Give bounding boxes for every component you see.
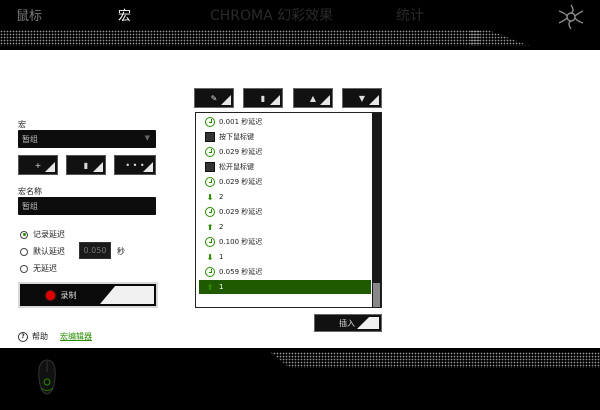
- pencil-icon: ✎: [210, 93, 218, 103]
- clock-icon: [205, 177, 215, 187]
- list-item[interactable]: 0.029 秒延迟: [199, 205, 371, 219]
- help-label: 帮助: [32, 332, 48, 341]
- radio-button[interactable]: [20, 230, 28, 239]
- clock-icon: [205, 267, 215, 277]
- macro-name-input[interactable]: 暂组: [18, 197, 156, 215]
- arrow-down-icon: ⬇: [206, 192, 214, 202]
- list-scrollbar[interactable]: [372, 113, 381, 307]
- list-item[interactable]: 0.059 秒延迟: [199, 265, 371, 279]
- list-item-selected[interactable]: ⬆ 1: [199, 280, 371, 294]
- radio-label: 无延迟: [33, 264, 57, 273]
- record-icon: [45, 290, 55, 300]
- radio-default-delay[interactable]: 默认延迟: [20, 246, 65, 257]
- arrow-down-icon: ⬇: [206, 252, 214, 262]
- radio-record-delay[interactable]: 记录延迟: [20, 229, 65, 240]
- radio-button[interactable]: [20, 264, 28, 273]
- macro-select[interactable]: 暂组 ▼: [18, 130, 156, 148]
- list-item-text: 1: [219, 283, 224, 291]
- move-up-button[interactable]: ▲: [293, 88, 333, 108]
- macro-name-label: 宏名称: [18, 187, 42, 196]
- insert-button[interactable]: 插入: [314, 314, 382, 332]
- clock-icon: [205, 117, 215, 127]
- list-item[interactable]: 松开鼠标键: [199, 160, 371, 174]
- trash-icon: ▮: [260, 93, 266, 103]
- more-icon: • • •: [125, 160, 145, 170]
- record-button-content: 录制: [20, 284, 102, 306]
- device-bar: [0, 348, 600, 410]
- list-item-text: 0.001 秒延迟: [219, 118, 263, 126]
- list-item-text: 松开鼠标键: [219, 163, 254, 171]
- list-item[interactable]: 0.100 秒延迟: [199, 235, 371, 249]
- arrow-up-icon: ⬆: [206, 282, 214, 292]
- list-item-text: 0.059 秒延迟: [219, 268, 263, 276]
- macro-select-value: 暂组: [22, 135, 38, 144]
- radio-label: 默认延迟: [33, 247, 65, 256]
- macro-name-value: 暂组: [22, 202, 38, 211]
- chevron-down-icon: ▼: [144, 134, 150, 142]
- list-item-text: 0.100 秒延迟: [219, 238, 263, 246]
- list-item[interactable]: 0.029 秒延迟: [199, 145, 371, 159]
- mouse-icon: [205, 132, 215, 142]
- list-item-text: 0.029 秒延迟: [219, 208, 263, 216]
- plus-icon: +: [34, 160, 42, 170]
- list-item-text: 0.029 秒延迟: [219, 178, 263, 186]
- list-item[interactable]: 0.029 秒延迟: [199, 175, 371, 189]
- radio-label: 记录延迟: [33, 230, 65, 239]
- list-item[interactable]: 按下鼠标键: [199, 130, 371, 144]
- macro-editor-link[interactable]: 宏编辑器: [60, 331, 92, 342]
- delay-input[interactable]: 0.050: [79, 242, 111, 259]
- scrollbar-thumb[interactable]: [373, 283, 380, 307]
- mouse-device-icon[interactable]: [36, 358, 58, 396]
- list-item-text: 按下鼠标键: [219, 133, 254, 141]
- record-label: 录制: [60, 290, 77, 300]
- tab-stats[interactable]: 统计: [396, 5, 424, 25]
- clock-icon: [205, 237, 215, 247]
- arrow-up-icon: ▲: [309, 93, 317, 103]
- list-item[interactable]: ⬇ 2: [199, 190, 371, 204]
- delete-step-button[interactable]: ▮: [243, 88, 283, 108]
- delete-macro-button[interactable]: ▮: [66, 155, 106, 175]
- list-item-text: 1: [219, 253, 224, 261]
- arrow-up-icon: ⬆: [206, 222, 214, 232]
- top-nav-bar: 鼠标 宏 CHROMA 幻彩效果 统计: [0, 0, 600, 50]
- macro-steps-list[interactable]: 0.001 秒延迟 按下鼠标键 0.029 秒延迟 松开鼠标键 0.029 秒延…: [195, 112, 382, 308]
- tab-macro[interactable]: 宏: [118, 5, 131, 24]
- radio-no-delay[interactable]: 无延迟: [20, 263, 57, 274]
- radio-button[interactable]: [20, 247, 28, 256]
- clock-icon: [205, 147, 215, 157]
- help-row: ? 帮助 宏编辑器: [18, 331, 92, 342]
- record-button[interactable]: 录制: [18, 282, 158, 308]
- delay-value: 0.050: [83, 246, 107, 255]
- list-item[interactable]: 0.001 秒延迟: [199, 115, 371, 129]
- delay-unit: 秒: [117, 247, 125, 256]
- footer-pattern: [270, 352, 600, 368]
- list-item[interactable]: ⬇ 1: [199, 250, 371, 264]
- list-item[interactable]: ⬆ 2: [199, 220, 371, 234]
- list-item-text: 0.029 秒延迟: [219, 148, 263, 156]
- trash-icon: ▮: [83, 160, 89, 170]
- insert-label: 插入: [339, 318, 355, 328]
- list-item-text: 2: [219, 193, 224, 201]
- edit-step-button[interactable]: ✎: [194, 88, 234, 108]
- add-macro-button[interactable]: +: [18, 155, 58, 175]
- arrow-down-icon: ▼: [358, 93, 366, 103]
- tab-chroma[interactable]: CHROMA 幻彩效果: [210, 5, 333, 25]
- macro-label: 宏: [18, 120, 26, 129]
- more-options-button[interactable]: • • •: [114, 155, 156, 175]
- clock-icon: [205, 207, 215, 217]
- list-item-text: 2: [219, 223, 224, 231]
- tab-mouse[interactable]: 鼠标: [16, 5, 42, 24]
- help-icon[interactable]: ?: [18, 331, 28, 342]
- mouse-icon: [205, 162, 215, 172]
- record-button-accent: [100, 286, 154, 304]
- razer-logo-icon: [558, 4, 584, 30]
- header-pattern-end: [470, 30, 530, 46]
- header-pattern: [0, 30, 480, 46]
- move-down-button[interactable]: ▼: [342, 88, 382, 108]
